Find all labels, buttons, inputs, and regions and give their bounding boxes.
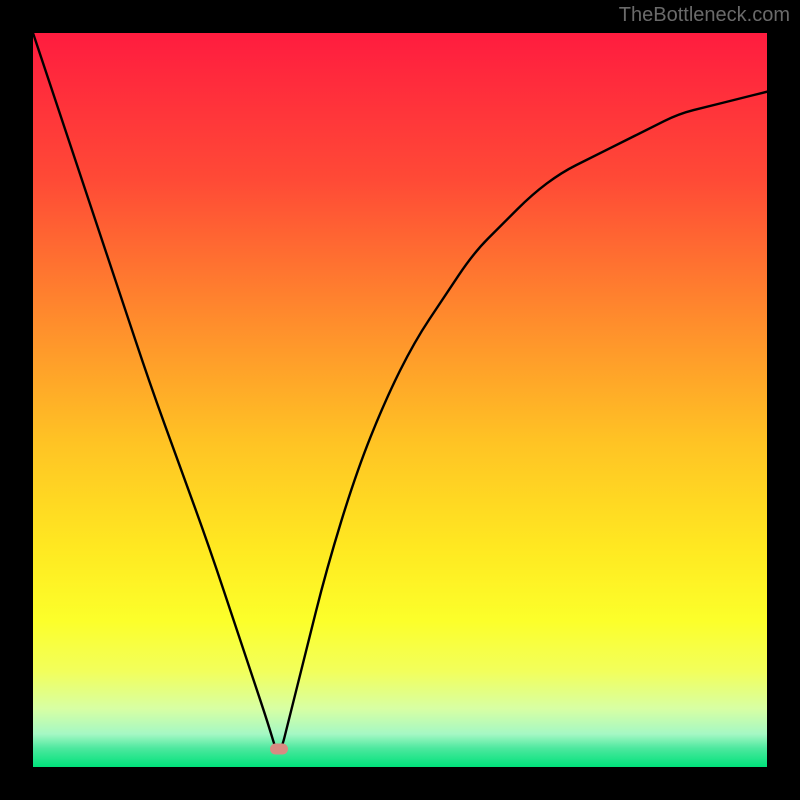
chart-background-gradient — [33, 33, 767, 767]
watermark-text: TheBottleneck.com — [619, 4, 790, 27]
chart-frame — [33, 33, 767, 767]
optimum-marker — [270, 743, 288, 754]
